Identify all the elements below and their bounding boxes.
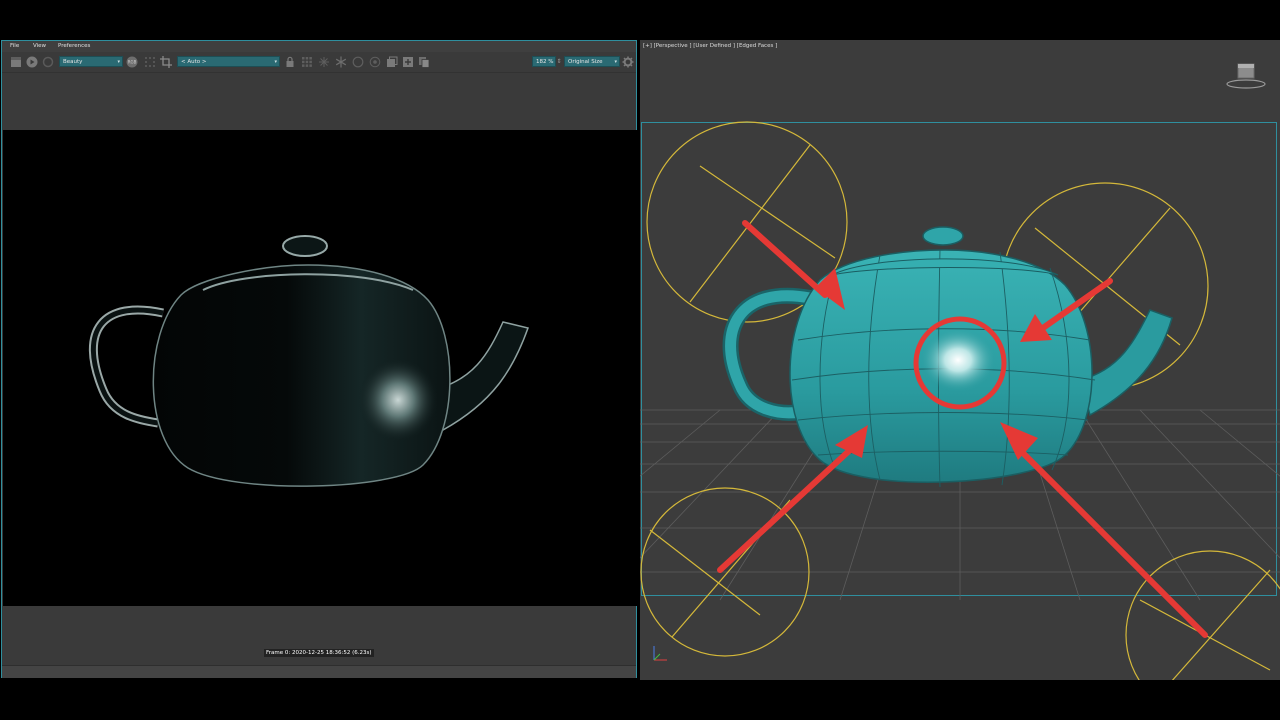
lock-icon[interactable] [284, 56, 296, 68]
crop-icon[interactable] [160, 56, 172, 68]
refresh-icon[interactable] [42, 56, 54, 68]
circle-icon[interactable] [352, 56, 364, 68]
menu-bar: File View Preferences [2, 41, 636, 52]
chevron-down-icon: ▾ [614, 59, 617, 65]
chevron-down-icon: ▾ [274, 59, 277, 65]
render-status-text: Frame 0: 2020-12-25 18:36:52 (6.23s) [264, 649, 374, 657]
menu-view[interactable]: View [33, 43, 46, 49]
toolbar: Beauty ▾ RGB < Auto > ▾ 182 % ⇕ Original… [2, 52, 636, 73]
zoom-field[interactable]: 182 % [532, 56, 556, 67]
grid-icon[interactable] [301, 56, 313, 68]
target-icon[interactable] [369, 56, 381, 68]
zoom-value: 182 % [536, 59, 554, 65]
bottom-letterbox [0, 680, 1280, 720]
lut-value: < Auto > [181, 59, 207, 65]
frame-buffer-window: File View Preferences Beauty ▾ RGB < Auto… [1, 40, 637, 678]
chevron-down-icon: ▾ [117, 59, 120, 65]
copy-icon[interactable] [418, 56, 430, 68]
clapperboard-icon[interactable] [10, 56, 22, 68]
frame-buffer-footer [2, 665, 636, 678]
perspective-viewport[interactable]: [+] [Perspective ] [User Defined ] [Edge… [640, 40, 1280, 680]
zoom-spinner-icon[interactable]: ⇕ [556, 56, 562, 68]
play-icon[interactable] [26, 56, 38, 68]
lut-dropdown[interactable]: < Auto > ▾ [177, 56, 280, 67]
size-value: Original Size [568, 59, 603, 65]
rgb-icon[interactable]: RGB [126, 56, 138, 68]
snowflake-icon[interactable] [335, 56, 347, 68]
rendered-teapot-image [88, 235, 529, 487]
menu-file[interactable]: File [10, 43, 19, 49]
dotted-grid-icon[interactable] [144, 56, 156, 68]
layers-icon[interactable] [386, 56, 398, 68]
viewport-scene [640, 121, 1280, 680]
channel-value: Beauty [63, 59, 83, 65]
top-letterbox [0, 0, 1280, 40]
size-dropdown[interactable]: Original Size ▾ [564, 56, 620, 67]
sparkle-icon[interactable] [318, 56, 330, 68]
svg-text:RGB: RGB [128, 60, 137, 65]
axis-tripod-icon [653, 646, 667, 661]
gear-icon[interactable] [622, 56, 634, 68]
add-layer-icon[interactable] [402, 56, 414, 68]
channel-dropdown[interactable]: Beauty ▾ [59, 56, 123, 67]
menu-preferences[interactable]: Preferences [58, 43, 90, 49]
status-bar: Frame 0: 2020-12-25 18:36:52 (6.23s) [2, 645, 636, 659]
render-image [3, 130, 637, 606]
